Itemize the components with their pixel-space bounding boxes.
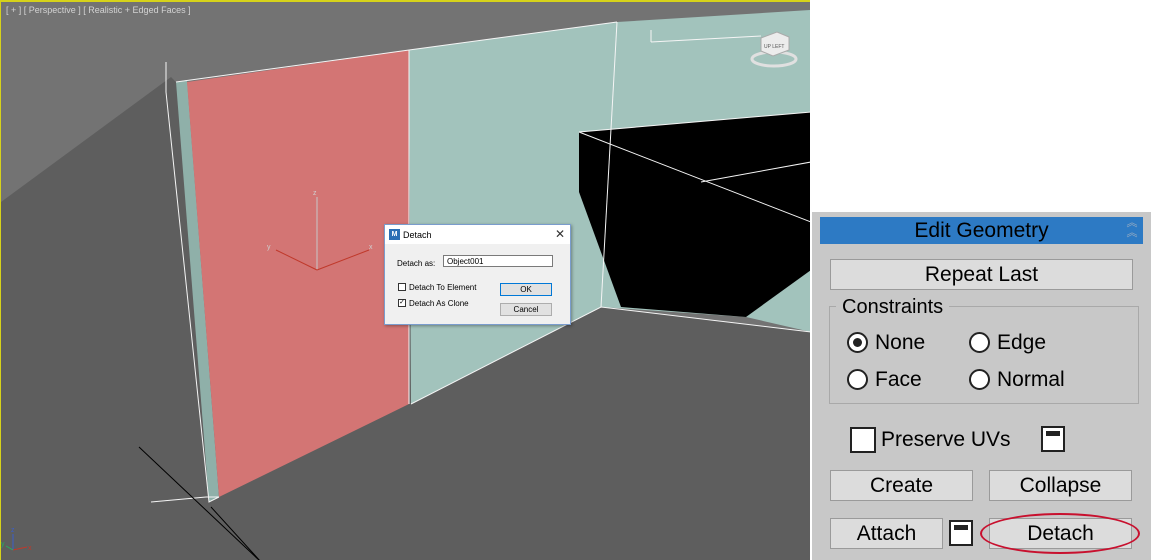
constraint-face-radio[interactable] bbox=[847, 369, 868, 390]
close-icon[interactable]: ✕ bbox=[555, 227, 565, 241]
create-button[interactable]: Create bbox=[830, 470, 973, 501]
world-axis-x-label: x bbox=[28, 545, 32, 552]
viewport-label[interactable]: [ + ] [ Perspective ] [ Realistic + Edge… bbox=[6, 5, 191, 15]
detach-to-element-checkbox[interactable] bbox=[398, 283, 406, 291]
gizmo-z-label: z bbox=[313, 190, 317, 197]
cancel-button[interactable]: Cancel bbox=[500, 303, 552, 316]
constraint-edge-label: Edge bbox=[997, 331, 1047, 354]
world-axis-y-label: y bbox=[1, 541, 5, 548]
detach-as-label: Detach as: bbox=[397, 259, 436, 268]
dialog-title: Detach bbox=[403, 230, 432, 240]
world-axis-z-label: z bbox=[11, 527, 15, 534]
ok-button[interactable]: OK bbox=[500, 283, 552, 296]
perspective-viewport[interactable]: z y x UP LEFT z y x [ + ] [ Perspective … bbox=[0, 0, 810, 560]
rollout-title: Edit Geometry bbox=[914, 219, 1049, 242]
gizmo-y-label: y bbox=[267, 244, 271, 251]
viewcube-face-label: UP LEFT bbox=[764, 44, 784, 50]
constraint-normal-label: Normal bbox=[997, 368, 1065, 391]
detach-as-input[interactable]: Object001 bbox=[443, 255, 553, 267]
detach-as-clone-checkbox[interactable]: ✓ bbox=[398, 299, 406, 307]
dialog-titlebar[interactable]: M Detach ✕ bbox=[385, 225, 570, 244]
constraint-normal-radio[interactable] bbox=[969, 369, 990, 390]
dark-box-object[interactable] bbox=[579, 112, 810, 317]
collapse-button[interactable]: Collapse bbox=[989, 470, 1132, 501]
repeat-last-button[interactable]: Repeat Last bbox=[830, 259, 1133, 290]
detach-button[interactable]: Detach bbox=[989, 518, 1132, 549]
constraints-label: Constraints bbox=[836, 296, 950, 319]
preserve-uvs-settings-icon[interactable] bbox=[1041, 426, 1065, 452]
constraint-none-radio[interactable] bbox=[847, 332, 868, 353]
rollout-header[interactable]: Edit Geometry ︽ ︽ bbox=[820, 217, 1143, 244]
constraint-face-label: Face bbox=[875, 368, 922, 391]
3ds-max-icon: M bbox=[389, 229, 400, 240]
preserve-uvs-checkbox[interactable] bbox=[850, 427, 876, 453]
edit-geometry-rollout: Edit Geometry ︽ ︽ Repeat Last Constraints… bbox=[812, 212, 1151, 560]
attach-button[interactable]: Attach bbox=[830, 518, 943, 549]
preserve-uvs-label: Preserve UVs bbox=[881, 428, 1011, 451]
collapse-chevron-icon[interactable]: ︽ ︽ bbox=[1125, 218, 1139, 242]
constraint-edge-radio[interactable] bbox=[969, 332, 990, 353]
gizmo-x-label: x bbox=[369, 244, 373, 251]
detach-to-element-label: Detach To Element bbox=[409, 283, 477, 292]
constraint-none-label: None bbox=[875, 331, 926, 354]
detach-as-clone-label: Detach As Clone bbox=[409, 299, 469, 308]
detach-dialog: M Detach ✕ Detach as: Object001 Detach T… bbox=[384, 224, 571, 325]
attach-settings-icon[interactable] bbox=[949, 520, 973, 546]
